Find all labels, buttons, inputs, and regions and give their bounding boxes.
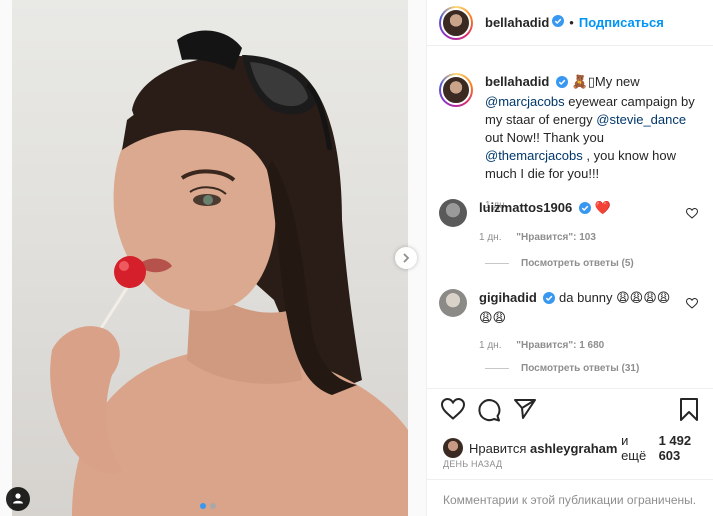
liker-username[interactable]: ashleygraham (530, 441, 617, 456)
view-replies-label: Посмотреть ответы (31) (521, 363, 640, 374)
carousel-indicator (200, 503, 216, 509)
comment-text: ❤️ (594, 200, 611, 215)
comment-icon[interactable] (477, 398, 501, 425)
verified-badge-icon (555, 75, 568, 93)
likes-prefix: Нравится (469, 440, 527, 456)
post-details-panel: bellahadid • Подписаться bellahadid 🧸▯My… (426, 0, 713, 516)
author-avatar[interactable] (439, 5, 473, 40)
caption-text-3: out Now!! Thank you (485, 130, 604, 145)
header-separator: • (569, 15, 574, 30)
view-replies-button[interactable]: Посмотреть ответы (5) (485, 258, 634, 269)
mention-marcjacobs[interactable]: @marcjacobs (485, 94, 565, 109)
caption-text-1: My new (594, 74, 640, 89)
liker-avatar[interactable] (443, 438, 463, 458)
teddy-bear-emoji: 🧸 (571, 74, 588, 89)
post-photo (12, 0, 408, 516)
portrait-illustration (50, 30, 408, 516)
chevron-right-icon (401, 251, 411, 266)
carousel-dot-active (200, 503, 206, 509)
user-tag-icon (12, 492, 24, 507)
comments-list[interactable]: bellahadid 🧸▯My new @marcjacobs eyewear … (427, 47, 713, 389)
commenter-avatar[interactable] (439, 289, 467, 317)
comment-likes[interactable]: "Нравится": 103 (516, 232, 596, 243)
caption: bellahadid 🧸▯My new @marcjacobs eyewear … (439, 73, 695, 215)
mention-stevie-dance[interactable]: @stevie_dance (596, 112, 686, 127)
comment-time[interactable]: 1 дн. (479, 340, 501, 351)
commenter-avatar[interactable] (439, 199, 467, 227)
comment-body: luizmattos1906 ❤️ 1 дн. "Нравится": 103 (479, 199, 679, 247)
post-header: bellahadid • Подписаться (427, 0, 713, 46)
heart-icon[interactable] (440, 397, 466, 423)
comment-item: gigihadid da bunny 😩😩😩😩😩😩 1 дн. "Нравитс… (439, 289, 679, 355)
bookmark-icon[interactable] (679, 398, 699, 425)
unknown-glyph: ▯ (587, 74, 595, 89)
likes-count[interactable]: 1 492 603 (659, 433, 713, 463)
comment-meta: 1 дн. "Нравится": 103 (479, 229, 679, 247)
like-comment-heart-icon[interactable] (685, 207, 699, 222)
action-bar (440, 397, 699, 425)
caption-author-avatar[interactable] (439, 73, 473, 107)
commenter-username[interactable]: gigihadid (479, 290, 537, 305)
comment-body: gigihadid da bunny 😩😩😩😩😩😩 1 дн. "Нравитс… (479, 289, 679, 355)
carousel-dot (210, 503, 216, 509)
caption-author-username[interactable]: bellahadid (485, 74, 549, 89)
caption-body: bellahadid 🧸▯My new @marcjacobs eyewear … (485, 73, 695, 215)
comment-item: luizmattos1906 ❤️ 1 дн. "Нравится": 103 (439, 199, 679, 247)
mention-themarcjacobs[interactable]: @themarcjacobs (485, 148, 583, 163)
comment-time[interactable]: 1 дн. (479, 232, 501, 243)
view-replies-label: Посмотреть ответы (5) (521, 258, 634, 269)
follow-button[interactable]: Подписаться (579, 15, 664, 30)
commenter-username[interactable]: luizmattos1906 (479, 200, 572, 215)
comment-likes[interactable]: "Нравится": 1 680 (516, 340, 604, 351)
carousel-next-button[interactable] (395, 247, 417, 269)
verified-badge-icon (543, 291, 556, 309)
comments-disabled-notice: Комментарии к этой публикации ограничены… (427, 479, 713, 516)
user-tag-button[interactable] (6, 487, 30, 511)
paper-plane-icon[interactable] (513, 398, 537, 423)
view-replies-button[interactable]: Посмотреть ответы (31) (485, 363, 639, 374)
likes-middle: и ещё (621, 433, 647, 463)
verified-badge-icon (578, 201, 591, 219)
author-username[interactable]: bellahadid (485, 15, 549, 30)
verified-badge-icon (552, 15, 565, 30)
replies-divider (485, 368, 509, 369)
comment-meta: 1 дн. "Нравится": 1 680 (479, 337, 679, 355)
post-media[interactable] (0, 0, 426, 516)
replies-divider (485, 263, 509, 264)
post-date[interactable]: ДЕНЬ НАЗАД (443, 459, 502, 469)
like-comment-heart-icon[interactable] (685, 297, 699, 312)
